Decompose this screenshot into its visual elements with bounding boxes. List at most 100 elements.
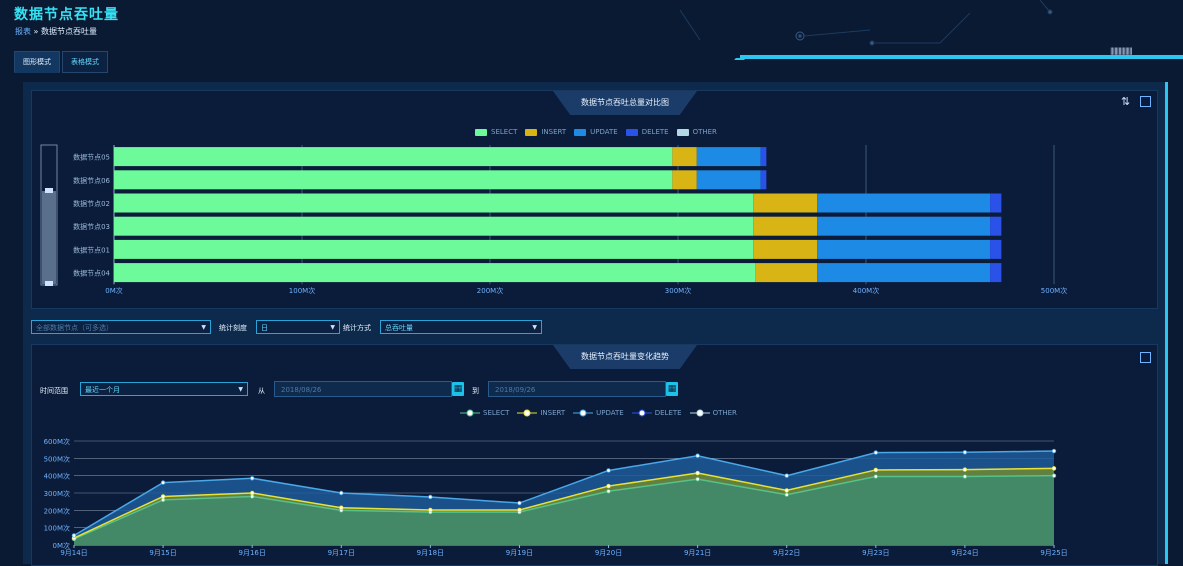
bar-segment-select xyxy=(114,147,673,167)
bar-segment-select xyxy=(114,263,756,283)
calendar-icon[interactable]: ▦ xyxy=(666,382,678,396)
data-point-update xyxy=(428,494,433,500)
x-tick-label: 500M次 xyxy=(1041,286,1067,295)
zoom-slider-handle xyxy=(45,188,53,193)
bar-segment-update xyxy=(696,147,761,167)
bar-segment-delete xyxy=(990,239,1002,259)
legend-item-other[interactable]: OTHER xyxy=(676,128,717,136)
bar-segment-update xyxy=(696,170,761,190)
tab-graph-mode[interactable]: 图形模式 xyxy=(14,51,60,73)
range-select[interactable]: 最近一个月 ▼ xyxy=(80,382,248,396)
data-point-insert xyxy=(339,505,344,510)
bar-segment-insert xyxy=(672,147,697,167)
y-tick-label: 数据节点02 xyxy=(73,199,110,208)
y-tick-label: 数据节点06 xyxy=(73,176,110,185)
bar-segment-select xyxy=(114,216,754,236)
data-point-update xyxy=(339,490,344,496)
granularity-label: 统计刻度 xyxy=(219,324,247,332)
y-tick-label: 400M次 xyxy=(44,472,70,481)
data-point-insert xyxy=(1051,466,1057,471)
legend-item-update[interactable]: UPDATE xyxy=(574,128,618,136)
x-tick-label: 9月18日 xyxy=(417,549,444,557)
data-point-update xyxy=(517,500,522,506)
bar-segment-delete xyxy=(990,193,1002,213)
fullscreen-icon[interactable] xyxy=(1140,96,1151,107)
line-chart-panel: 数据节点吞吐量变化趋势 时间范围 最近一个月 ▼ 从 2018/08/26 ▦ 到… xyxy=(31,344,1158,566)
y-tick-label: 数据节点01 xyxy=(73,245,110,254)
data-point-update xyxy=(606,468,611,473)
data-point-select xyxy=(695,476,700,482)
data-point-insert xyxy=(606,483,611,489)
data-point-select xyxy=(962,474,968,479)
x-tick-label: 9月17日 xyxy=(328,549,355,557)
bar-segment-insert xyxy=(753,239,818,259)
data-point-select xyxy=(784,492,789,497)
legend-item-insert[interactable]: INSERT xyxy=(517,409,565,417)
data-point-update xyxy=(160,480,166,485)
header-accent-bar xyxy=(740,55,1183,59)
data-point-update xyxy=(695,453,700,458)
data-point-insert xyxy=(160,494,166,499)
data-point-insert xyxy=(695,470,700,476)
x-tick-label: 9月20日 xyxy=(595,549,622,557)
data-point-insert xyxy=(249,490,255,496)
x-tick-label: 9月23日 xyxy=(862,549,889,557)
breadcrumb-root[interactable]: 报表 xyxy=(15,27,31,36)
data-point-select xyxy=(606,489,611,494)
data-point-insert xyxy=(428,507,433,513)
x-tick-label: 200M次 xyxy=(477,286,503,295)
right-accent-bar xyxy=(1165,82,1168,564)
x-tick-label: 9月21日 xyxy=(684,549,711,557)
data-point-insert xyxy=(873,467,879,473)
legend-item-select[interactable]: SELECT xyxy=(475,128,517,136)
bar-segment-update xyxy=(817,239,991,259)
page-title: 数据节点吞吐量 xyxy=(14,7,119,23)
x-tick-label: 9月24日 xyxy=(951,549,978,557)
sort-icon[interactable]: ⇅ xyxy=(1121,95,1130,108)
method-label: 统计方式 xyxy=(343,324,371,332)
x-tick-label: 9月14日 xyxy=(60,549,87,557)
bar-segment-insert xyxy=(753,216,818,236)
y-tick-label: 100M次 xyxy=(44,524,70,533)
x-tick-label: 300M次 xyxy=(665,286,691,295)
bar-segment-insert xyxy=(753,193,818,213)
node-select[interactable]: 全部数据节点（可多选） ▼ xyxy=(31,320,211,334)
legend-item-other[interactable]: OTHER xyxy=(689,409,737,417)
calendar-icon[interactable]: ▦ xyxy=(452,382,464,396)
tab-table-mode[interactable]: 表格模式 xyxy=(62,51,108,73)
legend-item-delete[interactable]: DELETE xyxy=(625,128,669,136)
y-tick-label: 数据节点03 xyxy=(73,222,110,231)
fullscreen-icon[interactable] xyxy=(1140,352,1151,363)
x-tick-label: 9月15日 xyxy=(149,549,176,557)
bar-chart-panel: 数据节点吞吐总量对比图 ⇅ SELECT INSERT UPDATE DELET… xyxy=(31,90,1158,309)
bar-segment-update xyxy=(817,216,991,236)
line-chart: 0M次100M次200M次300M次400M次500M次600M次9月14日 9月… xyxy=(44,437,1068,557)
x-tick-label: 100M次 xyxy=(289,286,315,295)
from-date-input[interactable]: 2018/08/26 xyxy=(274,381,452,397)
legend-item-delete[interactable]: DELETE xyxy=(631,409,682,417)
legend-item-update[interactable]: UPDATE xyxy=(573,409,624,417)
legend-item-select[interactable]: SELECT xyxy=(460,409,509,417)
range-label: 时间范围 xyxy=(40,387,68,395)
bar-segment-select xyxy=(114,193,754,213)
line-chart-title: 数据节点吞吐量变化趋势 xyxy=(553,345,697,369)
from-label: 从 xyxy=(258,387,265,395)
bar-segment-update xyxy=(817,263,991,283)
bar-legend: SELECT INSERT UPDATE DELETE OTHER xyxy=(475,128,725,136)
x-tick-label: 9月22日 xyxy=(773,549,800,557)
x-tick-label: 400M次 xyxy=(853,286,879,295)
zoom-slider-handle xyxy=(45,281,53,286)
to-date-input[interactable]: 2018/09/26 xyxy=(488,381,666,397)
bar-segment-select xyxy=(114,239,754,259)
header-accent-tip xyxy=(734,58,746,60)
method-select[interactable]: 总吞吐量 ▼ xyxy=(380,320,542,334)
x-tick-label: 0M次 xyxy=(105,286,123,295)
data-point-update xyxy=(962,450,968,455)
header-decoration xyxy=(679,0,1053,46)
y-tick-label: 300M次 xyxy=(44,489,70,498)
bar-segment-update xyxy=(817,193,991,213)
x-tick-label: 9月19日 xyxy=(506,549,533,557)
granularity-select[interactable]: 日 ▼ xyxy=(256,320,340,334)
y-tick-label: 200M次 xyxy=(44,506,70,515)
legend-item-insert[interactable]: INSERT xyxy=(525,128,566,136)
